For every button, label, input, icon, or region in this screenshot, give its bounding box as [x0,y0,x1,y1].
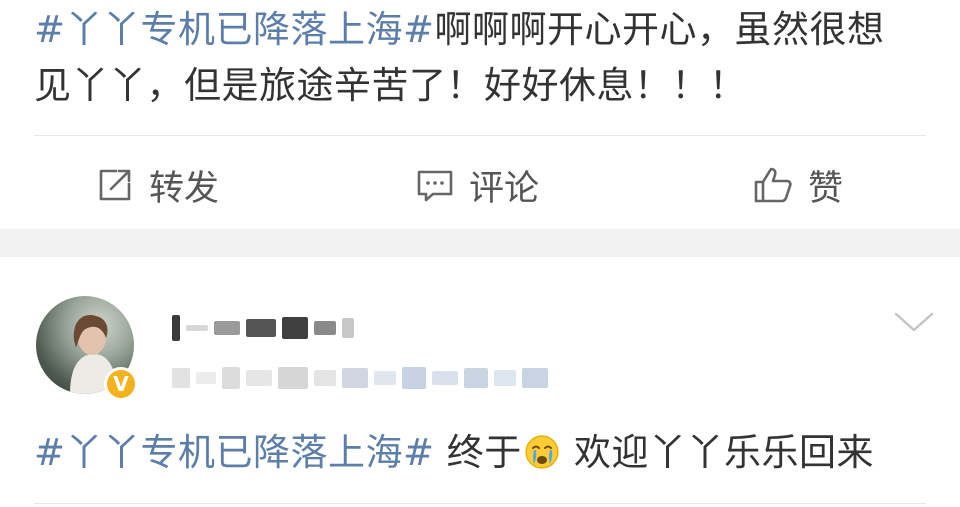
hashtag-link[interactable]: #丫丫专机已降落上海# [34,431,435,474]
thumbs-up-icon [752,165,794,205]
post-text: #丫丫专机已降落上海# 终于 欢迎丫丫乐乐回来 [34,425,932,481]
verified-badge-icon: V [104,367,138,401]
comment-button[interactable]: 评论 [415,160,539,210]
like-button[interactable]: 赞 [752,160,843,210]
like-label: 赞 [808,168,844,209]
hashtag-link[interactable]: #丫丫专机已降落上海# [34,8,435,51]
feed-separator [0,229,960,257]
post-text: #丫丫专机已降落上海#啊啊啊开心开心，虽然很想 见丫丫，但是旅途辛苦了！好好休息… [34,2,932,114]
post-body-line1: 啊啊啊开心开心，虽然很想 [434,8,885,51]
crying-face-emoji-icon [524,430,560,469]
post-body-part1: 终于 [434,431,522,474]
divider [34,503,926,504]
comment-icon [415,165,455,205]
action-bar: 转发 评论 赞 [0,160,960,210]
username-obscured[interactable] [172,315,354,341]
post-meta-obscured [172,367,548,389]
post-body-part2: 欢迎丫丫乐乐回来 [561,431,875,474]
comment-label: 评论 [469,168,540,209]
repost-label: 转发 [149,168,220,209]
share-edit-icon [95,165,135,205]
repost-button[interactable]: 转发 [95,160,219,210]
chevron-down-icon[interactable] [890,304,938,340]
post-body-line2: 见丫丫，但是旅途辛苦了！好好休息！！！ [34,64,747,107]
divider [34,135,926,136]
